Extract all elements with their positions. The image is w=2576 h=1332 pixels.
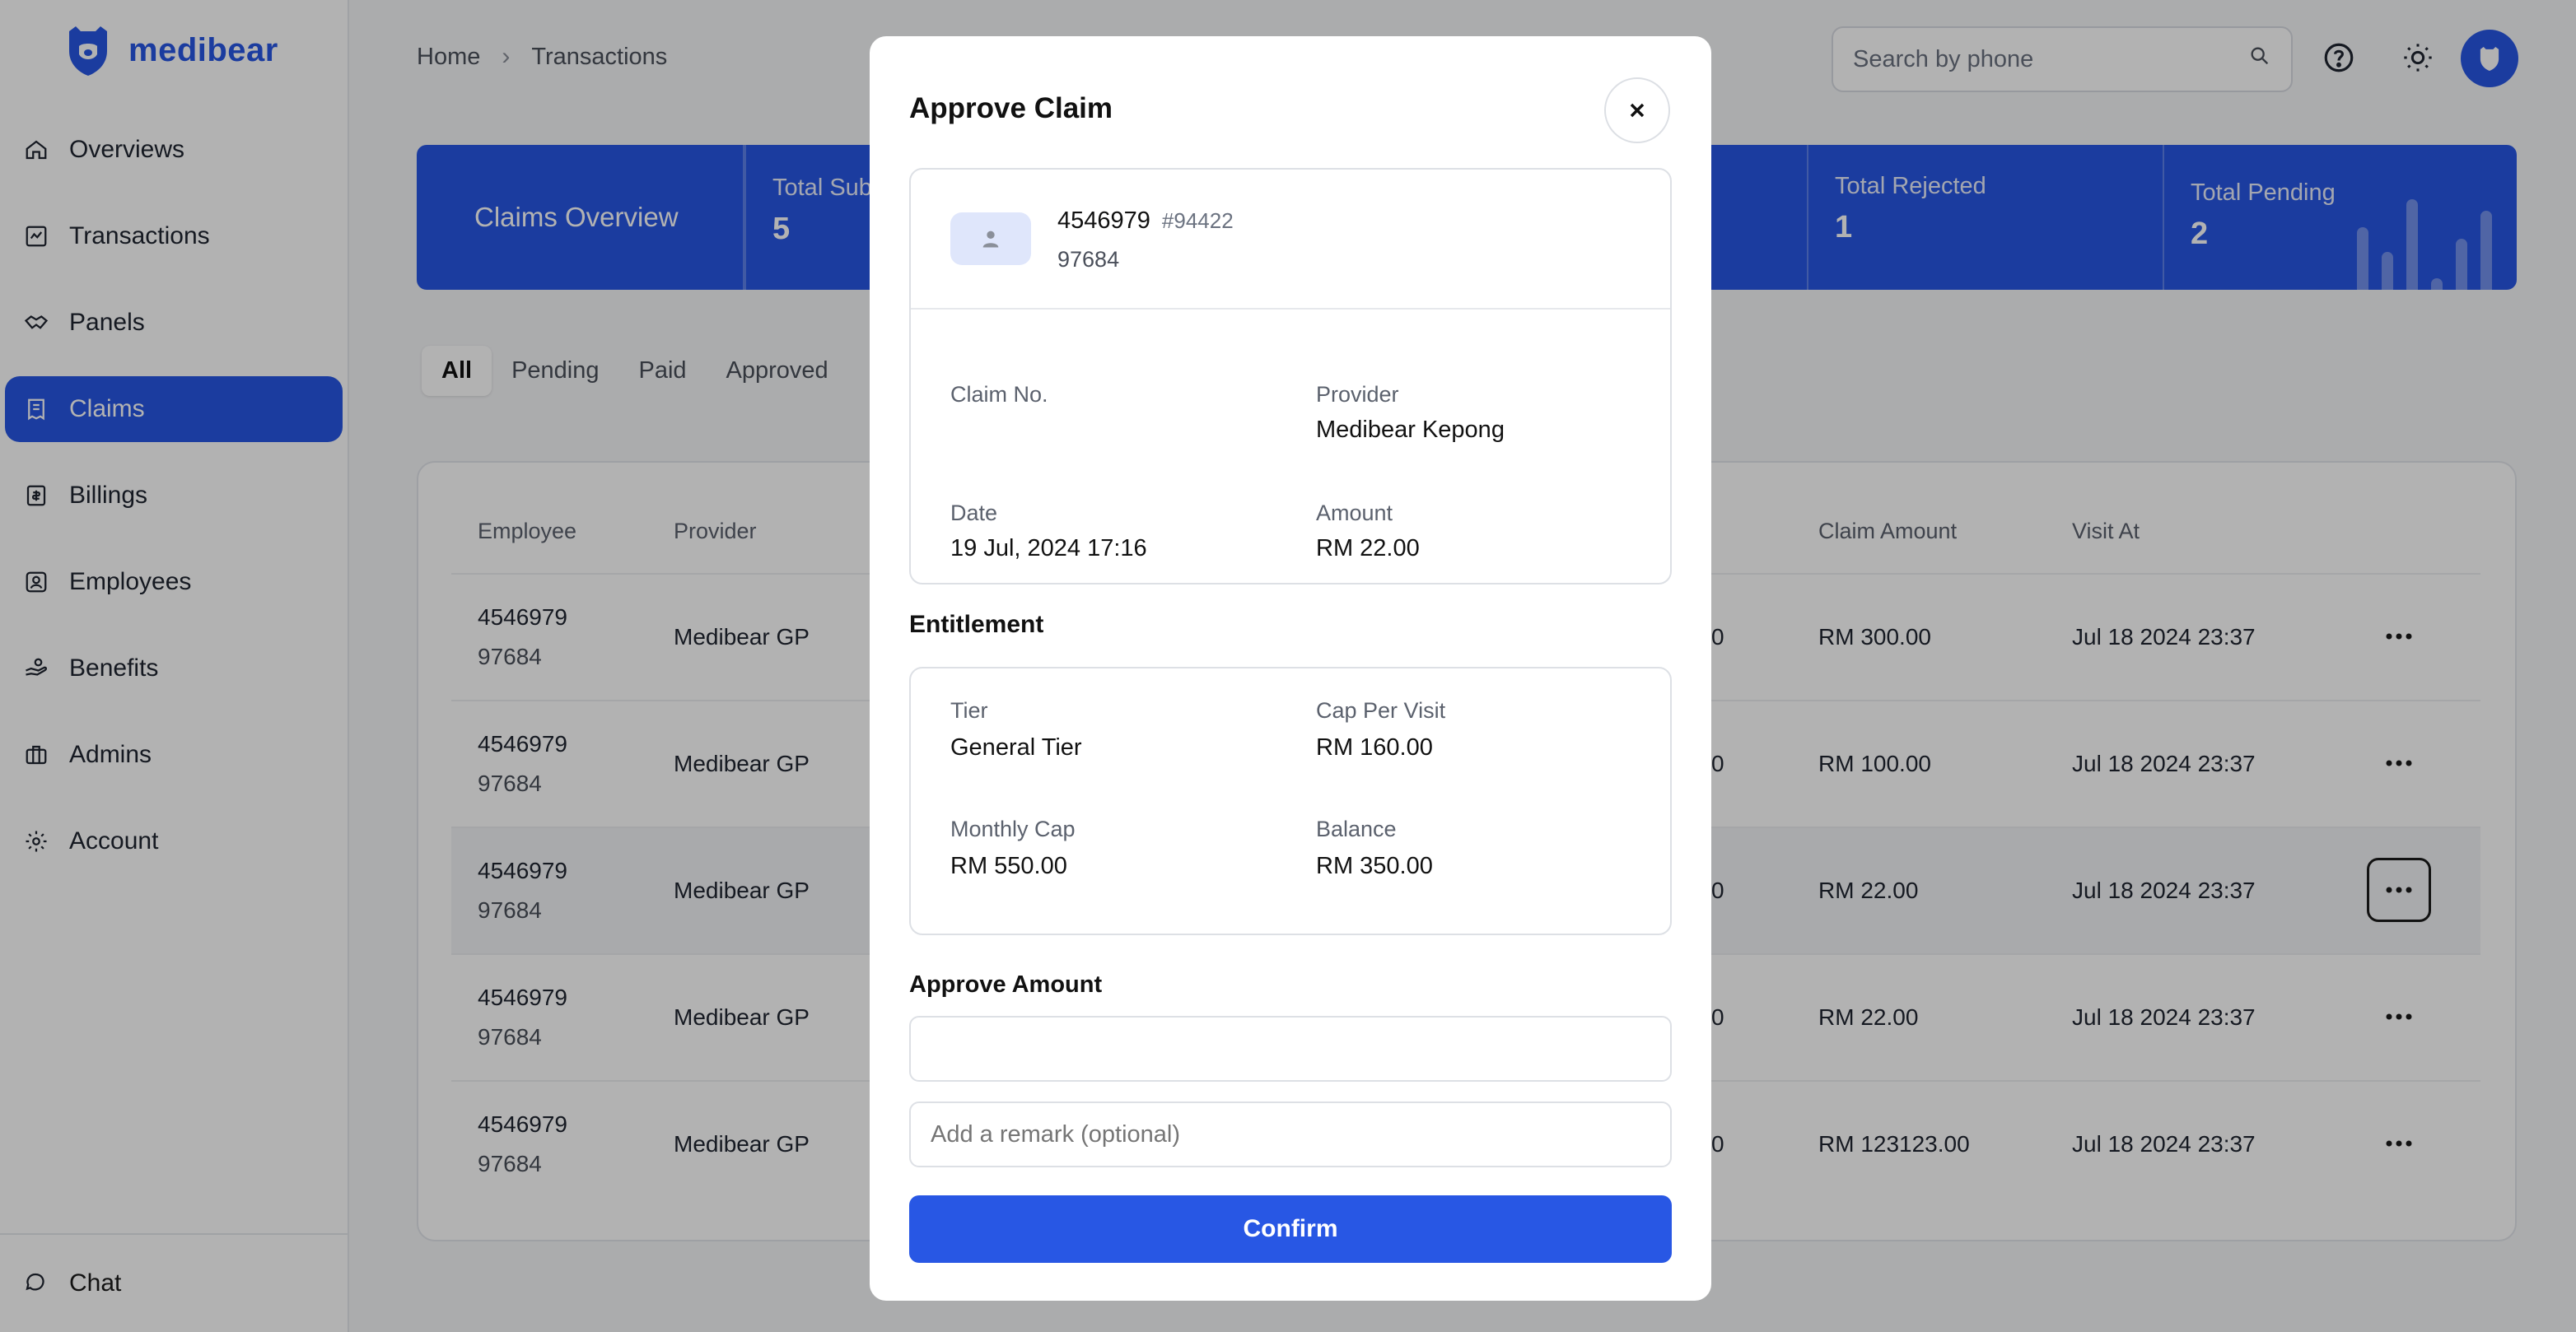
close-icon <box>1630 103 1645 118</box>
remark-input[interactable] <box>909 1101 1672 1167</box>
patient-id: 97684 <box>1057 247 1120 272</box>
entitlement-title: Entitlement <box>909 611 1044 638</box>
balance-label: Balance <box>1316 817 1397 841</box>
approve-claim-modal: Approve Claim 4546979 #94422 97684 Claim … <box>870 36 1711 1301</box>
date-label: Date <box>950 501 998 525</box>
approve-amount-input[interactable] <box>909 1016 1672 1082</box>
tier-value: General Tier <box>950 734 1082 761</box>
claim-no-label: Claim No. <box>950 382 1048 407</box>
provider-value: Medibear Kepong <box>1316 417 1505 443</box>
patient-name-text: 4546979 <box>1057 207 1150 234</box>
monthly-cap-value: RM 550.00 <box>950 853 1067 879</box>
approve-amount-label: Approve Amount <box>909 971 1103 998</box>
tier-label: Tier <box>950 698 988 723</box>
close-button[interactable] <box>1604 77 1670 143</box>
monthly-cap-label: Monthly Cap <box>950 817 1076 841</box>
date-value: 19 Jul, 2024 17:16 <box>950 535 1147 561</box>
cap-per-visit-label: Cap Per Visit <box>1316 698 1446 723</box>
avatar <box>950 212 1031 265</box>
cap-per-visit-value: RM 160.00 <box>1316 734 1433 761</box>
user-icon <box>982 231 999 248</box>
entitlement-card: Tier General Tier Cap Per Visit RM 160.0… <box>909 667 1672 935</box>
amount-value: RM 22.00 <box>1316 535 1420 561</box>
balance-value: RM 350.00 <box>1316 853 1433 879</box>
divider <box>911 308 1670 310</box>
patient-name: 4546979 #94422 <box>1057 207 1234 235</box>
patient-code: #94422 <box>1161 208 1234 233</box>
amount-label: Amount <box>1316 501 1393 525</box>
modal-title: Approve Claim <box>909 92 1113 124</box>
provider-label: Provider <box>1316 382 1399 407</box>
confirm-button[interactable]: Confirm <box>909 1195 1672 1263</box>
claim-details-card: 4546979 #94422 97684 Claim No. Provider M… <box>909 168 1672 584</box>
